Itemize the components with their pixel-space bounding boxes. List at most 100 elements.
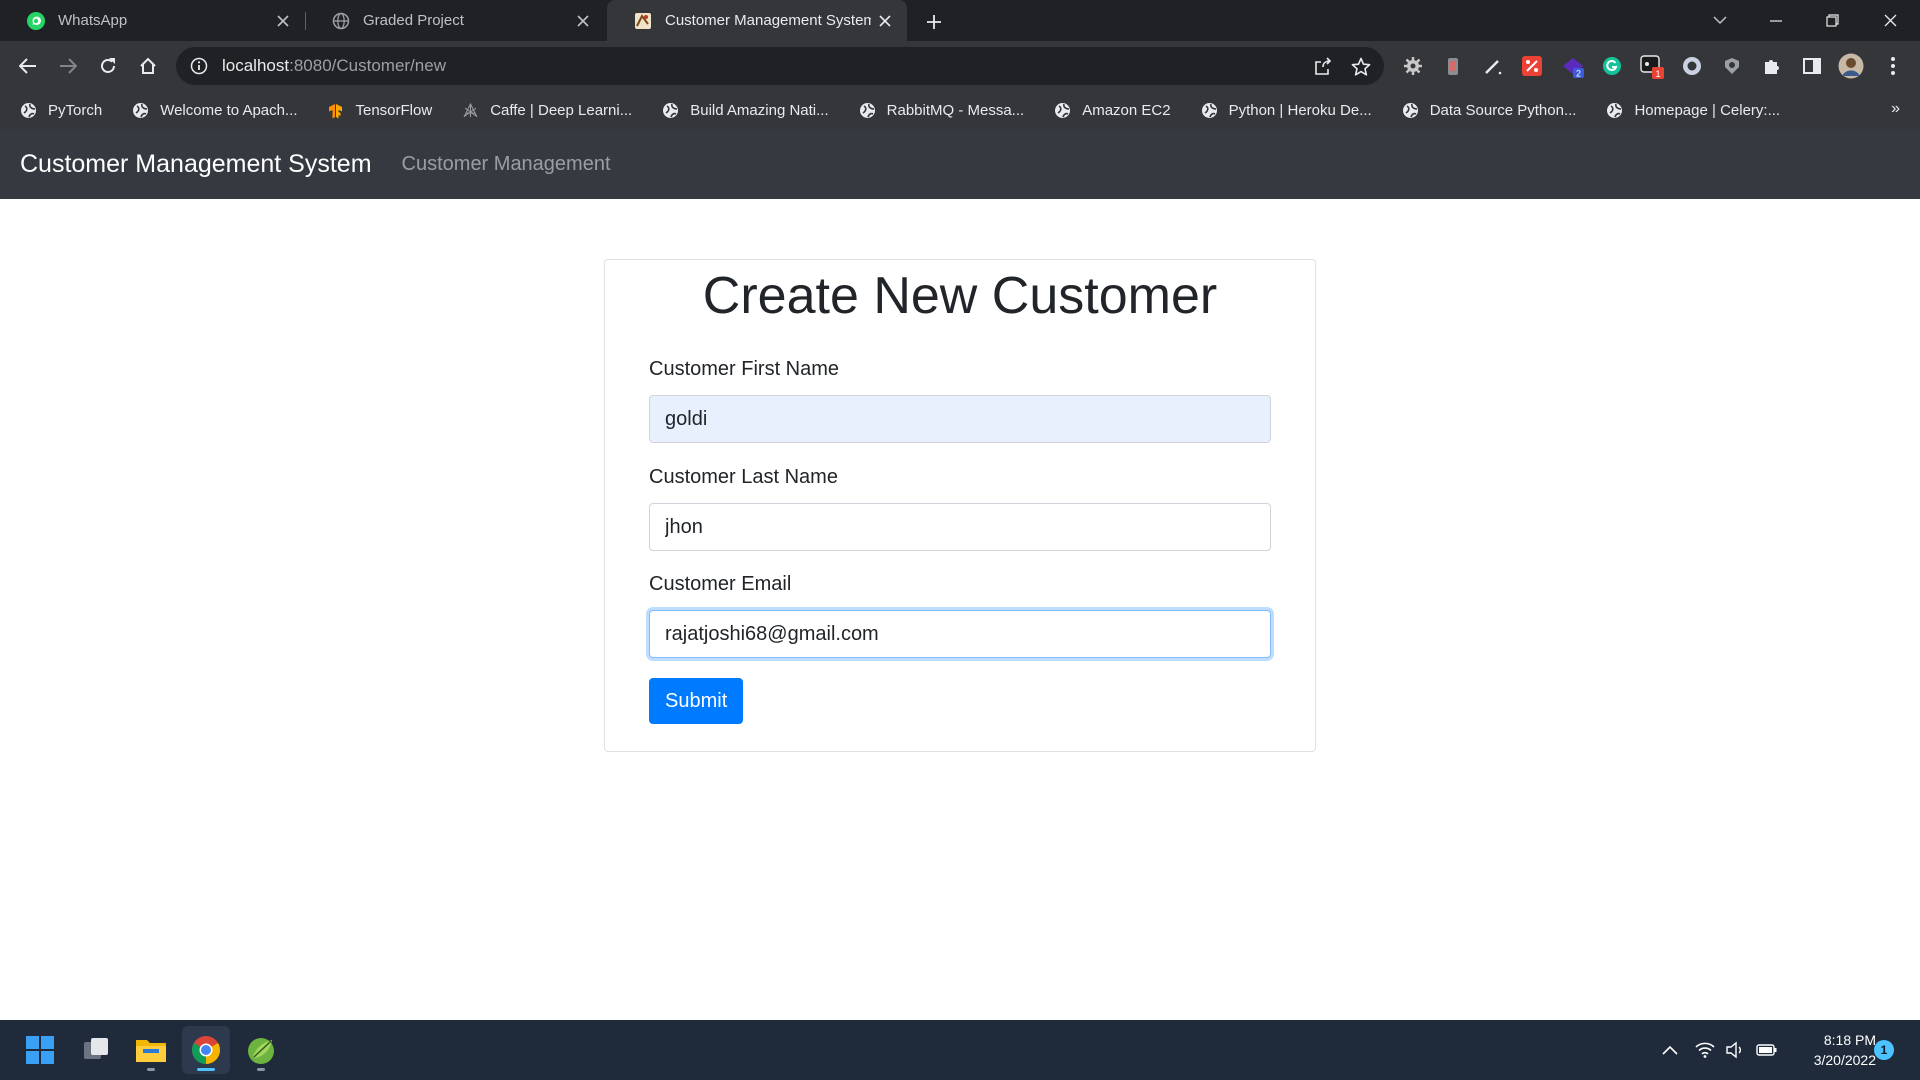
tab-search-icon[interactable] — [1692, 0, 1748, 41]
bookmark-star-icon[interactable] — [1350, 56, 1372, 78]
new-tab-button[interactable] — [920, 8, 948, 36]
pen-extension-icon[interactable] — [1480, 53, 1506, 79]
whatsapp-icon — [26, 11, 46, 31]
bookmark-label: Welcome to Apach... — [160, 101, 298, 119]
chrome-menu-icon[interactable] — [1880, 53, 1906, 79]
url-path: :8080/Customer/new — [289, 56, 446, 75]
site-info-icon[interactable] — [190, 57, 208, 75]
shield-extension-icon[interactable] — [1719, 53, 1745, 79]
bookmark-label: RabbitMQ - Messa... — [886, 101, 1025, 119]
browser-tab-bar: WhatsApp Graded Project Customer Managem… — [0, 0, 1920, 41]
avatar[interactable] — [1838, 53, 1864, 79]
system-clock[interactable]: 8:18 PM 3/20/2022 — [1786, 1030, 1876, 1070]
purple-extension-icon[interactable]: 2 — [1560, 53, 1586, 79]
grammarly-icon[interactable] — [1599, 53, 1625, 79]
extension-badge: 2 — [1576, 69, 1581, 79]
bookmark-item[interactable]: Build Amazing Nati... — [642, 91, 838, 129]
address-bar[interactable]: localhost:8080/Customer/new — [176, 47, 1384, 85]
bookmark-item[interactable]: Homepage | Celery:... — [1586, 91, 1790, 129]
bookmark-label: PyTorch — [48, 101, 103, 119]
forward-icon[interactable] — [52, 50, 84, 82]
task-view-icon[interactable] — [72, 1026, 120, 1074]
running-indicator — [197, 1068, 215, 1071]
tab-whatsapp[interactable]: WhatsApp — [0, 0, 305, 41]
spring-tool-suite-icon[interactable] — [237, 1026, 285, 1074]
globe-icon — [1054, 102, 1071, 119]
last-name-label: Customer Last Name — [649, 466, 838, 488]
circle-extension-icon[interactable] — [1679, 53, 1705, 79]
bookmark-item[interactable]: Data Source Python... — [1382, 91, 1587, 129]
bookmark-item[interactable]: Amazon EC2 — [1034, 91, 1180, 129]
puzzle-extensions-icon[interactable] — [1759, 53, 1785, 79]
side-panel-icon[interactable] — [1799, 53, 1825, 79]
bookmark-item[interactable]: PyTorch — [0, 91, 112, 129]
chevron-up-icon[interactable] — [1658, 1038, 1682, 1062]
bookmark-label: Build Amazing Nati... — [690, 101, 829, 119]
wifi-icon[interactable] — [1693, 1038, 1717, 1062]
battery-icon[interactable] — [1755, 1038, 1779, 1062]
minimize-icon[interactable] — [1748, 0, 1804, 41]
bookmarks-bar: PyTorch Welcome to Apach... TensorFlow C… — [0, 91, 1920, 129]
tab-title: Graded Project — [363, 12, 464, 29]
chrome-taskbar-icon[interactable] — [182, 1026, 230, 1074]
browser-toolbar: localhost:8080/Customer/new — [0, 41, 1920, 91]
bookmark-item[interactable]: RabbitMQ - Messa... — [839, 91, 1035, 129]
bug-extension-icon[interactable] — [1440, 53, 1466, 79]
home-icon[interactable] — [132, 50, 164, 82]
tab-graded-project[interactable]: Graded Project — [305, 0, 605, 41]
more-bookmarks-icon[interactable]: » — [1891, 100, 1900, 118]
globe-icon — [1201, 102, 1218, 119]
close-tab-icon[interactable] — [871, 7, 899, 35]
caffe-icon — [462, 102, 479, 119]
windows-taskbar: 8:18 PM 3/20/2022 1 — [0, 1020, 1920, 1080]
email-input[interactable] — [649, 610, 1271, 658]
close-window-icon[interactable] — [1862, 0, 1918, 41]
create-customer-card: Create New Customer Customer First Name … — [604, 259, 1316, 752]
globe-icon — [859, 102, 876, 119]
last-name-input[interactable] — [649, 503, 1271, 551]
app-navbar: Customer Management System Customer Mana… — [0, 129, 1920, 199]
bookmark-label: Data Source Python... — [1429, 101, 1577, 119]
volume-icon[interactable] — [1723, 1038, 1747, 1062]
close-tab-icon[interactable] — [569, 7, 597, 35]
bookmark-label: Caffe | Deep Learni... — [490, 101, 633, 119]
bookmark-label: Homepage | Celery:... — [1634, 101, 1781, 119]
globe-icon — [1402, 102, 1419, 119]
url-host: localhost — [222, 56, 290, 75]
share-icon[interactable] — [1312, 56, 1334, 78]
running-indicator — [147, 1068, 155, 1071]
bookmark-label: Amazon EC2 — [1082, 101, 1171, 119]
bookmark-item[interactable]: Welcome to Apach... — [112, 91, 307, 129]
running-indicator — [257, 1068, 265, 1071]
bookmark-item[interactable]: Caffe | Deep Learni... — [442, 91, 642, 129]
clock-time: 8:18 PM — [1823, 1032, 1876, 1048]
close-tab-icon[interactable] — [269, 7, 297, 35]
extension-badge: 1 — [1655, 69, 1660, 79]
bookmark-item[interactable]: TensorFlow — [307, 91, 442, 129]
percent-extension-icon[interactable] — [1519, 53, 1545, 79]
submit-button[interactable]: Submit — [649, 678, 744, 724]
reload-icon[interactable] — [92, 50, 124, 82]
tab-title: WhatsApp — [58, 12, 128, 29]
globe-icon — [20, 102, 37, 119]
tab-customer-management-system[interactable]: Customer Management System — [607, 0, 907, 41]
notification-badge[interactable]: 1 — [1874, 1040, 1894, 1060]
file-explorer-icon[interactable] — [127, 1026, 175, 1074]
windows-start-icon[interactable] — [16, 1026, 64, 1074]
bookmark-item[interactable]: Python | Heroku De... — [1181, 91, 1382, 129]
tensorflow-icon — [327, 102, 344, 119]
globe-icon — [662, 102, 679, 119]
app-extension-icon[interactable]: 1 — [1639, 53, 1665, 79]
back-icon[interactable] — [12, 50, 44, 82]
globe-icon — [132, 102, 149, 119]
first-name-input[interactable] — [649, 395, 1271, 443]
restore-icon[interactable] — [1804, 0, 1860, 41]
first-name-label: Customer First Name — [649, 358, 840, 380]
page-title: Create New Customer — [702, 267, 1218, 325]
bookmark-label: TensorFlow — [355, 101, 433, 119]
email-label: Customer Email — [649, 573, 792, 595]
app-brand[interactable]: Customer Management System — [20, 150, 372, 179]
nav-link-customer-management[interactable]: Customer Management — [402, 153, 611, 176]
tab-title: Customer Management System — [665, 12, 871, 29]
gear-extension-icon[interactable] — [1400, 53, 1426, 79]
